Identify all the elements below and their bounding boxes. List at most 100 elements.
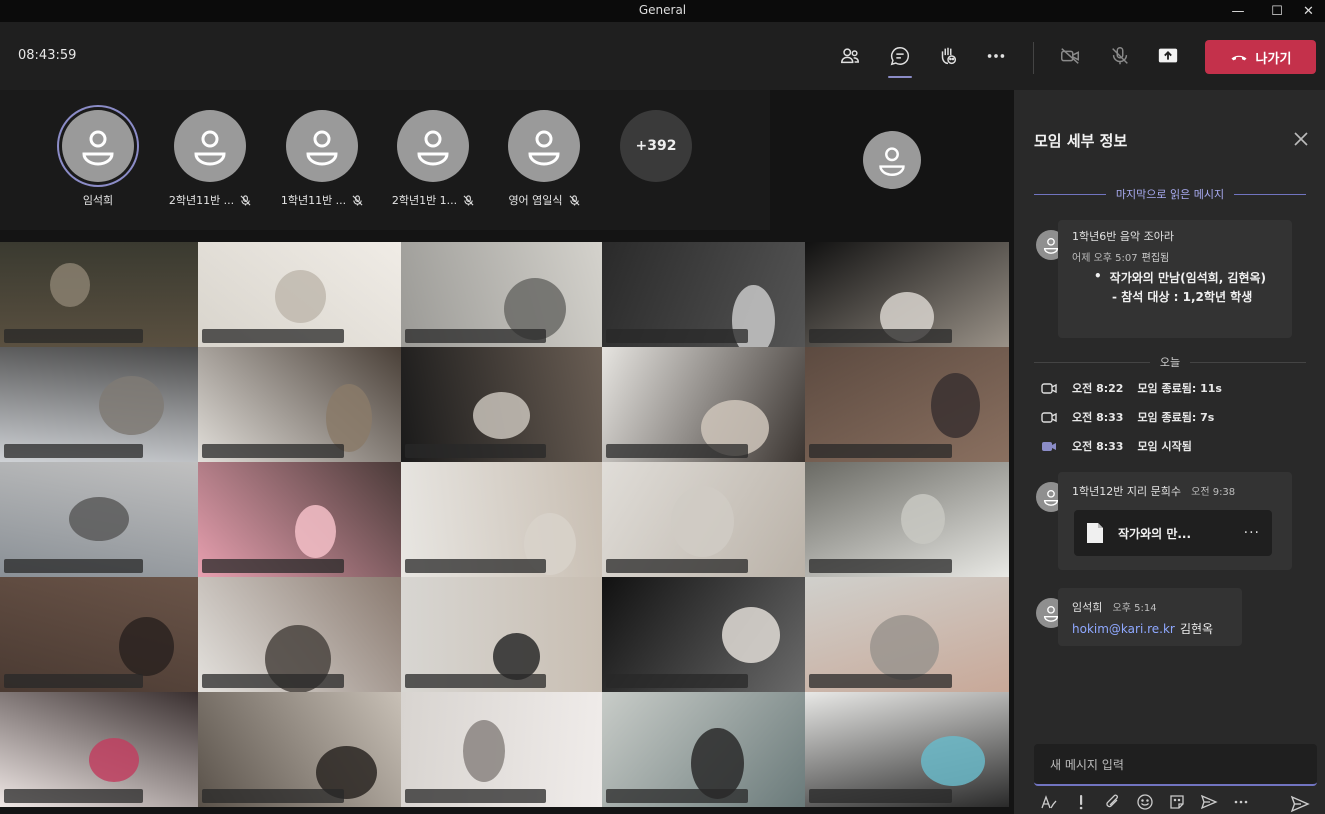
format-icon[interactable] (1040, 793, 1058, 811)
avatar (286, 110, 358, 182)
chat-message[interactable]: 1학년6반 음악 조아라 어제 오후 5:07 편집됨 • 작가와의 만남(임석희… (1058, 220, 1292, 338)
message-sender: 1학년12반 지리 문희수 (1072, 485, 1181, 498)
video-tile[interactable] (602, 462, 805, 577)
participant-name-tag (4, 329, 143, 343)
video-tile[interactable] (401, 577, 602, 692)
video-tile[interactable] (401, 347, 602, 462)
video-tile[interactable] (805, 347, 1009, 462)
more-actions-icon[interactable] (982, 42, 1010, 70)
video-tile[interactable] (0, 347, 198, 462)
video-tile[interactable] (602, 692, 805, 807)
video-tile[interactable] (198, 242, 401, 347)
video-tile[interactable] (0, 242, 198, 347)
sticker-icon[interactable] (1168, 793, 1186, 811)
leave-button[interactable]: 나가기 (1205, 40, 1316, 74)
share-screen-icon[interactable] (1154, 42, 1182, 70)
participant-name-tag (4, 789, 143, 803)
participant-name: 2학년11반 ... (168, 194, 235, 207)
person-icon (879, 147, 905, 176)
avatar (397, 110, 469, 182)
video-tile[interactable] (602, 242, 805, 347)
compose-toolbar (1040, 792, 1316, 812)
video-tile[interactable] (602, 577, 805, 692)
message-bullet-text: 작가와의 만남(임석희, 김현옥) (1109, 271, 1267, 285)
person-icon (306, 130, 338, 166)
chat-icon[interactable] (886, 42, 914, 78)
close-icon[interactable] (1292, 130, 1310, 148)
video-tile[interactable] (0, 692, 198, 807)
chat-message[interactable]: 임석희 오후 5:14 hokim@kari.re.kr 김현옥 (1058, 588, 1242, 646)
video-content (900, 494, 945, 545)
video-tile[interactable] (401, 692, 602, 807)
video-content (69, 496, 130, 541)
minimize-button[interactable]: — (1218, 0, 1258, 22)
person-icon (194, 130, 226, 166)
avatar (863, 131, 921, 189)
file-more-icon[interactable]: ··· (1244, 525, 1260, 541)
video-tile[interactable] (198, 462, 401, 577)
participant-tile[interactable]: 영어 염일식 (488, 110, 600, 208)
edited-label: 편집됨 (1141, 253, 1170, 264)
camera-off-icon[interactable] (1056, 42, 1084, 70)
leave-label: 나가기 (1255, 51, 1292, 67)
video-tile[interactable] (602, 347, 805, 462)
video-tile[interactable] (198, 347, 401, 462)
email-link[interactable]: hokim@kari.re.kr (1072, 622, 1175, 636)
meeting-details-panel: 모임 세부 정보 마지막으로 읽은 메시지 1학년6반 음악 조아라 어제 오후… (1014, 90, 1325, 814)
person-icon (528, 130, 560, 166)
video-content (921, 735, 986, 786)
send-icon[interactable] (1290, 794, 1310, 814)
participants-icon[interactable] (836, 42, 864, 70)
featured-participant[interactable] (770, 90, 1014, 230)
video-tile[interactable] (0, 577, 198, 692)
video-grid (0, 242, 1009, 814)
video-tile[interactable] (198, 692, 401, 807)
message-sub-text: - 참석 대상 : 1,2학년 학생 (1112, 290, 1253, 304)
participant-tile[interactable]: 2학년1반 1... (377, 110, 489, 208)
message-sender: 1학년6반 음악 조아라 (1072, 230, 1174, 243)
video-tile[interactable] (401, 462, 602, 577)
event-time: 오전 8:33 (1072, 440, 1124, 453)
avatar (508, 110, 580, 182)
meeting-ended-icon (1041, 383, 1057, 394)
participant-name-tag (809, 559, 952, 573)
video-tile[interactable] (805, 577, 1009, 692)
video-content (49, 263, 90, 307)
meeting-stage: 임석희 2학년11반 ... 1학년11반 ... 2학년1반 1... 영어 … (0, 90, 1014, 814)
mic-muted-icon (240, 194, 251, 206)
schedule-send-icon[interactable] (1200, 793, 1218, 811)
video-content (870, 614, 940, 680)
video-content (671, 486, 735, 558)
video-tile[interactable] (805, 692, 1009, 807)
toolbar-divider (1033, 42, 1034, 74)
participant-name-tag (405, 789, 546, 803)
close-window-button[interactable]: ✕ (1292, 0, 1325, 22)
more-participants-button[interactable]: +392 (600, 110, 712, 182)
message-text: 김현옥 (1179, 622, 1214, 636)
participant-tile[interactable]: 임석희 (42, 110, 154, 208)
more-options-icon[interactable] (1232, 793, 1250, 811)
today-divider: 오늘 (1034, 354, 1306, 370)
mic-off-icon[interactable] (1106, 42, 1134, 70)
event-time: 오전 8:22 (1072, 382, 1124, 395)
participant-tile[interactable]: 2학년11반 ... (154, 110, 266, 208)
window-title: General (638, 3, 687, 17)
message-compose-input[interactable]: 새 메시지 입력 (1034, 744, 1317, 786)
participant-name: 영어 염일식 (508, 194, 563, 207)
participant-tile[interactable]: 1학년11반 ... (266, 110, 378, 208)
avatar (174, 110, 246, 182)
video-tile[interactable] (805, 462, 1009, 577)
attach-icon[interactable] (1104, 793, 1122, 811)
file-attachment[interactable]: 작가와의 만... ··· (1074, 510, 1272, 556)
video-tile[interactable] (805, 242, 1009, 347)
video-content (89, 738, 140, 782)
today-label: 오늘 (1159, 356, 1181, 369)
important-icon[interactable] (1072, 793, 1090, 811)
maximize-button[interactable]: ☐ (1257, 0, 1297, 22)
video-tile[interactable] (0, 462, 198, 577)
emoji-icon[interactable] (1136, 793, 1154, 811)
participant-name-tag (405, 444, 546, 458)
reactions-icon[interactable] (934, 42, 962, 70)
video-tile[interactable] (198, 577, 401, 692)
video-tile[interactable] (401, 242, 602, 347)
